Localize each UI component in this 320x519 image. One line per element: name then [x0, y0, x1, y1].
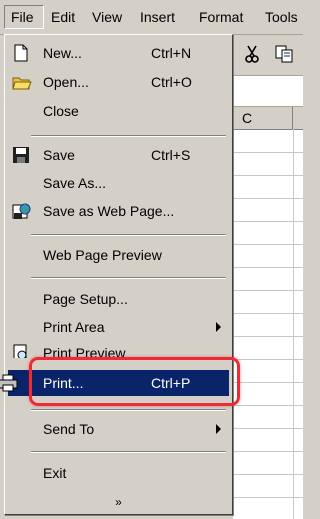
menu-item-label: Print Area: [43, 319, 105, 335]
grid-line: [233, 221, 303, 222]
menu-insert[interactable]: Insert: [140, 9, 175, 25]
grid-line: [233, 152, 303, 153]
menu-edit[interactable]: Edit: [51, 9, 75, 25]
column-header-row: C: [233, 107, 303, 130]
submenu-arrow-icon: [216, 424, 221, 434]
web-page-icon: [12, 202, 32, 220]
menu-item-label: Save as Web Page...: [43, 203, 175, 219]
formula-bar[interactable]: [233, 76, 303, 107]
menu-item-label: Save: [43, 147, 75, 163]
highlight-callout: [29, 357, 240, 406]
menu-item-label: Print Preview: [43, 345, 126, 358]
grid-line: [233, 359, 303, 360]
menu-file-label: File: [11, 9, 34, 25]
menu-view[interactable]: View: [92, 9, 122, 25]
menu-item-label: Open...: [43, 74, 89, 90]
menu-separator: [31, 277, 226, 279]
menu-edit-label: Edit: [51, 9, 76, 25]
grid-line: [293, 129, 294, 519]
grid-line: [233, 175, 303, 176]
menu-separator: [31, 409, 226, 411]
grid-line: [233, 497, 303, 498]
menu-item-close[interactable]: Close: [8, 98, 229, 124]
menu-format-label: Format: [199, 9, 244, 25]
menu-item-exit[interactable]: Exit: [8, 460, 229, 486]
menu-item-shortcut: Ctrl+N: [151, 45, 192, 61]
printer-icon: [0, 374, 18, 392]
menu-item-web-page-preview[interactable]: Web Page Preview: [8, 242, 229, 268]
grid-line: [233, 267, 303, 268]
scissors-icon[interactable]: [241, 43, 263, 65]
menu-item-label: Exit: [43, 465, 67, 481]
menu-item-label: Web Page Preview: [43, 247, 162, 263]
menu-item-open[interactable]: Open... Ctrl+O: [8, 69, 229, 95]
grid-line: [233, 451, 303, 452]
column-header-c[interactable]: C: [233, 107, 293, 129]
expand-menu-chevron-icon[interactable]: »: [8, 493, 229, 511]
menu-item-new[interactable]: New... Ctrl+N: [8, 40, 229, 66]
grid-line: [233, 474, 303, 475]
file-menu: New... Ctrl+N Open... Ctrl+O Close Save …: [0, 34, 233, 515]
print-preview-icon: [12, 344, 32, 358]
menu-file[interactable]: File: [4, 5, 44, 29]
menu-item-label: Close: [43, 103, 79, 119]
menu-item-send-to[interactable]: Send To: [8, 416, 229, 442]
menu-item-label: New...: [43, 45, 82, 61]
menu-item-print-area[interactable]: Print Area: [8, 314, 229, 340]
menu-item-save[interactable]: Save Ctrl+S: [8, 142, 229, 168]
menu-item-save-as[interactable]: Save As...: [8, 170, 229, 196]
menu-insert-label: Insert: [140, 9, 176, 25]
menu-item-print-preview[interactable]: Print Preview: [8, 340, 229, 358]
grid-line: [233, 198, 303, 199]
menu-item-label: Send To: [43, 421, 95, 437]
menu-item-label: Page Setup...: [43, 291, 128, 307]
submenu-arrow-icon: [216, 322, 221, 332]
menu-item-page-setup[interactable]: Page Setup...: [8, 286, 229, 312]
menu-view-label: View: [92, 9, 123, 25]
menu-tools-label: Tools: [265, 9, 298, 25]
open-folder-icon: [12, 73, 32, 91]
menu-bar: File Edit View Insert Format Tools: [0, 0, 303, 35]
grid-line: [233, 336, 303, 337]
menu-tools[interactable]: Tools: [265, 9, 298, 25]
standard-toolbar: [233, 35, 303, 76]
copy-icon[interactable]: [273, 43, 295, 65]
floppy-disk-icon: [12, 146, 32, 164]
grid-line: [233, 382, 303, 383]
menu-item-save-as-web-page[interactable]: Save as Web Page...: [8, 198, 229, 224]
grid-line: [233, 290, 303, 291]
worksheet-grid[interactable]: C: [233, 107, 303, 519]
grid-line: [233, 313, 303, 314]
menu-separator: [31, 451, 226, 453]
grid-line: [233, 244, 303, 245]
grid-line: [233, 428, 303, 429]
new-document-icon: [12, 44, 32, 62]
menu-item-label: Save As...: [43, 175, 107, 191]
menu-separator: [31, 234, 226, 236]
menu-format[interactable]: Format: [199, 9, 243, 25]
menu-item-shortcut: Ctrl+O: [151, 74, 192, 90]
grid-line: [233, 405, 303, 406]
menu-separator: [31, 135, 226, 137]
menu-item-shortcut: Ctrl+S: [151, 147, 191, 163]
